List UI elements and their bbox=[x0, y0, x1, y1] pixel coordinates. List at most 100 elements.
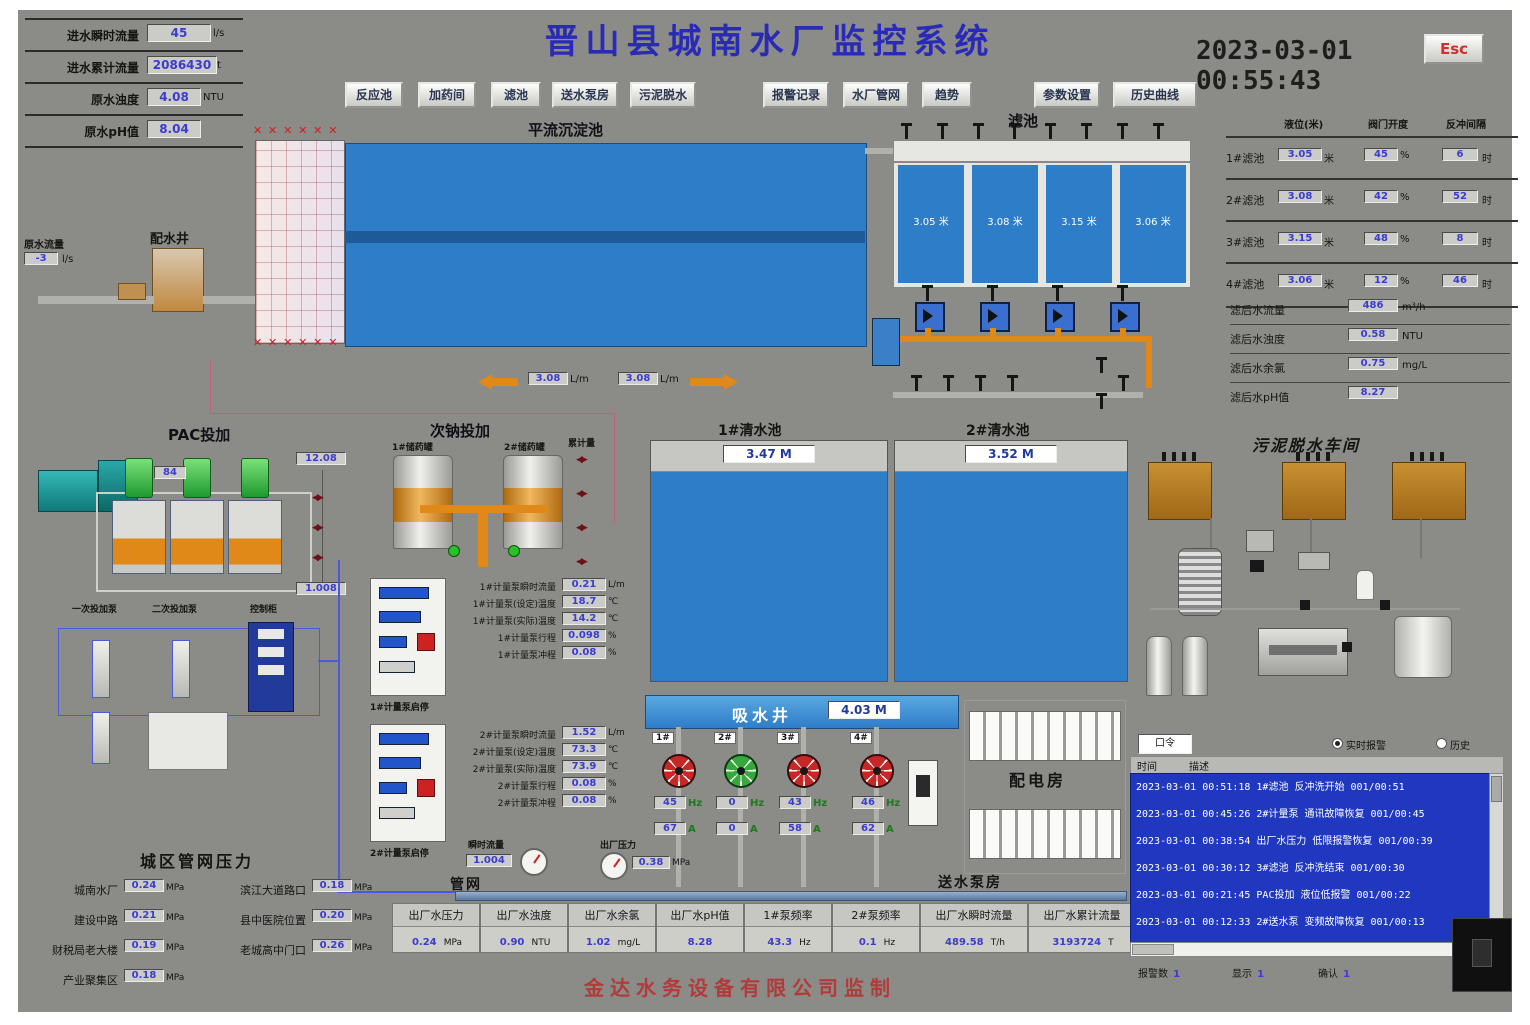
basin-divider bbox=[345, 231, 865, 243]
flow-left-unit: L/m bbox=[570, 374, 589, 385]
hypo-valve-icon: ◀▶ bbox=[576, 524, 586, 533]
clear-pool-2-level: 3.52 M bbox=[965, 445, 1057, 463]
pac-mixer-3[interactable] bbox=[241, 458, 269, 498]
pump-impeller[interactable] bbox=[787, 754, 821, 788]
metering-panel-2[interactable] bbox=[370, 724, 446, 842]
skid-pump-3[interactable] bbox=[92, 712, 110, 764]
info-value: 4.08 bbox=[147, 88, 201, 106]
filter-cell-1: 3.05 米 bbox=[898, 165, 964, 283]
distribution-well-tank bbox=[152, 248, 204, 312]
standby-meter bbox=[908, 760, 938, 826]
alarm-radio-realtime-label[interactable]: 实时报警 bbox=[1346, 737, 1386, 752]
pac-mixer-2[interactable] bbox=[183, 458, 211, 498]
clear-pool-1: 3.47 M bbox=[650, 440, 888, 682]
pump-impeller[interactable] bbox=[662, 754, 696, 788]
well-to-grid-pipe bbox=[203, 296, 255, 304]
skid-pump2-label: 二次投加泵 bbox=[152, 602, 197, 615]
pac-mixer-1[interactable] bbox=[125, 458, 153, 498]
alarm-status-3: 确认 1 bbox=[1318, 962, 1350, 981]
alarm-list[interactable]: 2023-03-01 00:51:18 1#滤池 反冲洗开始 001/00:51… bbox=[1130, 773, 1490, 943]
inlet-info-table: 进水瞬时流量45l/s 进水累计流量2086430t 原水浊度4.08NTU 原… bbox=[25, 18, 243, 148]
hypo-run-light-2 bbox=[508, 545, 520, 557]
metering-rows-2: 2#计量泵瞬时流量1.52L/m 2#计量泵(设定)温度73.3℃ 2#计量泵(… bbox=[450, 728, 666, 813]
power-cabinet-row-1 bbox=[969, 711, 1121, 761]
sludge-bottle bbox=[1356, 570, 1374, 600]
distribution-well-label: 配水井 bbox=[150, 228, 189, 247]
filter-cell-3: 3.15 米 bbox=[1046, 165, 1112, 283]
pump-impeller[interactable] bbox=[860, 754, 894, 788]
nav-sludge[interactable]: 污泥脱水 bbox=[630, 82, 696, 108]
sludge-device-2 bbox=[1298, 552, 1330, 570]
pump-current: 67 bbox=[654, 822, 686, 835]
gauge2-unit: MPa bbox=[672, 858, 690, 868]
alarm-hscrollbar[interactable] bbox=[1130, 942, 1490, 957]
alarm-marks-bottom: ✕ ✕ ✕ ✕ ✕ ✕ bbox=[253, 336, 338, 349]
nav-trend[interactable]: 趋势 bbox=[922, 82, 972, 108]
nav-pump-house[interactable]: 送水泵房 bbox=[552, 82, 618, 108]
pac-tank-1 bbox=[112, 500, 166, 574]
hmi-screen: 进水瞬时流量45l/s 进水累计流量2086430t 原水浊度4.08NTU 原… bbox=[0, 0, 1530, 1025]
info-label: 原水浊度 bbox=[27, 91, 139, 108]
nav-dosing-room[interactable]: 加药间 bbox=[418, 82, 476, 108]
pump-unit-4: 4# 46Hz 62A bbox=[848, 732, 906, 882]
sedimentation-title: 平流沉淀池 bbox=[528, 119, 603, 140]
gauge1-value: 1.004 bbox=[466, 854, 512, 867]
pump-impeller[interactable] bbox=[724, 754, 758, 788]
metering-panel-1[interactable] bbox=[370, 578, 446, 696]
pac-tank-3 bbox=[228, 500, 282, 574]
filter-table-header-2: 阀门开度 bbox=[1368, 116, 1408, 131]
filter-table-header-1: 液位(米) bbox=[1284, 116, 1323, 131]
gauge2-label: 出厂压力 bbox=[600, 838, 636, 851]
alarm-radio-history-label[interactable]: 历史 bbox=[1450, 737, 1470, 752]
mini-window[interactable] bbox=[1452, 918, 1512, 992]
pump-freq: 43 bbox=[779, 796, 811, 809]
info-value: 8.04 bbox=[147, 120, 201, 138]
backwash-down-pipe bbox=[1146, 336, 1152, 388]
clear-pool-2: 3.52 M bbox=[894, 440, 1128, 682]
alarm-row[interactable]: 2023-03-01 00:51:18 1#滤池 反冲洗开始 001/00:51 bbox=[1131, 774, 1489, 801]
suction-well-banner: 吸水井 4.03 M bbox=[645, 695, 959, 729]
skid-cabinet-label: 控制柜 bbox=[250, 602, 277, 615]
skid-pump-2[interactable] bbox=[172, 640, 190, 698]
power-room: 配电房 bbox=[964, 700, 1126, 874]
alarm-radio-realtime[interactable] bbox=[1332, 738, 1343, 749]
hypo-title: 次钠投加 bbox=[430, 420, 490, 441]
sludge-device-1 bbox=[1246, 530, 1274, 552]
power-cabinet-row-2 bbox=[969, 809, 1121, 859]
alarm-radio-history[interactable] bbox=[1436, 738, 1447, 749]
flow-arrow-left-body bbox=[484, 378, 518, 386]
metering-switch-2[interactable]: 2#计量泵启停 bbox=[370, 846, 429, 859]
backwash-main-pipe bbox=[900, 336, 1152, 342]
basin-to-filter-pipe bbox=[865, 148, 893, 154]
suction-well-label: 吸水井 bbox=[732, 702, 792, 726]
reaction-grid bbox=[255, 140, 345, 344]
nav-history[interactable]: 历史曲线 bbox=[1113, 82, 1197, 108]
pac-valve-icon: ◀▶ bbox=[312, 494, 322, 503]
info-unit: l/s bbox=[213, 28, 224, 39]
flow-left-value: 3.08 bbox=[528, 372, 568, 385]
nav-network[interactable]: 水厂管网 bbox=[843, 82, 909, 108]
alarm-row[interactable]: 2023-03-01 00:45:26 2#计量泵 通讯故障恢复 001/00:… bbox=[1131, 801, 1489, 828]
hypo-tank-1 bbox=[393, 455, 453, 549]
alarm-row[interactable]: 2023-03-01 00:38:54 出厂水压力 低限报警恢复 001/00:… bbox=[1131, 828, 1489, 855]
dosing-line-h bbox=[210, 413, 615, 414]
pac-valve-icon: ◀▶ bbox=[312, 524, 322, 533]
pressure-gauge-2 bbox=[600, 852, 628, 880]
alarm-row[interactable]: 2023-03-01 00:30:12 3#滤池 反冲洗结束 001/00:30 bbox=[1131, 855, 1489, 882]
maker-watermark: 金达水务设备有限公司监制 bbox=[520, 972, 960, 1001]
alarm-row[interactable]: 2023-03-01 00:21:45 PAC投加 液位低报警 001/00:2… bbox=[1131, 882, 1489, 909]
alarm-status-1: 报警数 1 bbox=[1138, 962, 1180, 981]
nav-parameters[interactable]: 参数设置 bbox=[1034, 82, 1100, 108]
nav-filter[interactable]: 滤池 bbox=[491, 82, 541, 108]
hypo-valve-icon: ◀▶ bbox=[576, 490, 586, 499]
metering-switch-1[interactable]: 1#计量泵启停 bbox=[370, 700, 429, 713]
alarm-filter-box[interactable]: 口令 bbox=[1138, 734, 1192, 754]
nav-alarm-log[interactable]: 报警记录 bbox=[763, 82, 829, 108]
pump-freq: 45 bbox=[654, 796, 686, 809]
sludge-tank-2 bbox=[1282, 462, 1346, 520]
alarm-row[interactable]: 2023-03-01 00:12:33 2#送水泵 变频故障恢复 001/00:… bbox=[1131, 909, 1489, 936]
esc-button[interactable]: Esc bbox=[1424, 34, 1484, 64]
centrifuge bbox=[1258, 628, 1348, 676]
skid-pump-1[interactable] bbox=[92, 640, 110, 698]
nav-reaction-pool[interactable]: 反应池 bbox=[345, 82, 403, 108]
